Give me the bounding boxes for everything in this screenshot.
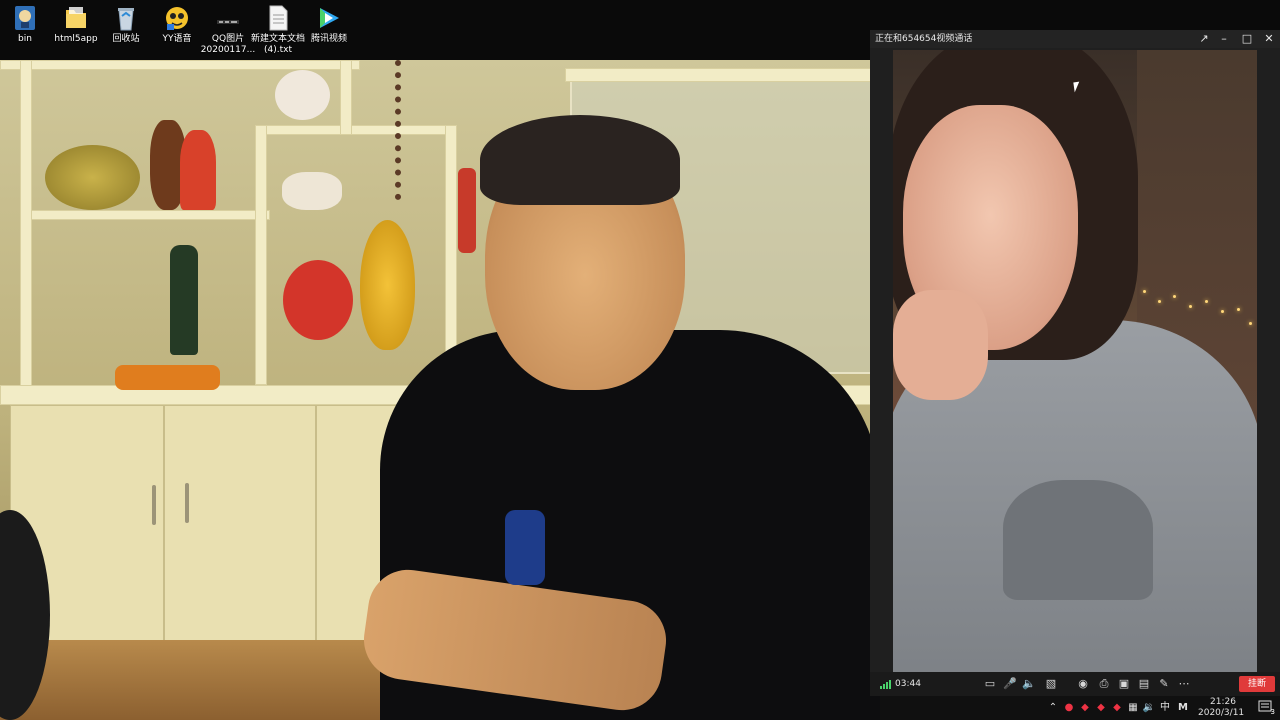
more-icon[interactable]: ⋯: [1175, 675, 1193, 693]
shelf-board: [20, 210, 270, 220]
fairy-light: [1143, 290, 1146, 293]
desktop-icon-label: 腾讯视频: [310, 34, 347, 44]
fairy-light: [1158, 300, 1161, 303]
fairy-light: [1173, 295, 1176, 298]
desktop-icon-label: YY语音: [162, 34, 192, 44]
maximize-button[interactable]: □: [1237, 30, 1257, 48]
fairy-light: [1237, 308, 1240, 311]
system-tray: ⌃ ● ◆ ◆ ◆ ▦ 🔉 中 M 21:26 2020/3/11 3: [880, 696, 1280, 720]
gourd-ornament: [360, 220, 415, 350]
desktop-icon-label: bin: [18, 34, 32, 44]
call-toolbar: 03:44 ▭ 🎤 🔈 ▧ ◉ ⎙ ▣ ▤ ✎ ⋯ 挂断: [870, 672, 1280, 696]
mask-ornament: [275, 70, 330, 120]
desktop-icon-label: 回收站: [112, 34, 140, 44]
desktop-icon-tencent-video[interactable]: 腾讯视频: [299, 4, 359, 45]
ime-indicator[interactable]: 中: [1158, 700, 1172, 716]
fairy-light: [1249, 322, 1252, 325]
notification-icon[interactable]: 3: [1258, 700, 1275, 716]
yy-voice-icon: [166, 7, 188, 30]
video-call-window[interactable]: 正在和654654视频通话 ↗ – □ ✕ 03:44 ▭ 🎤 🔈 ▧ ◉ ⎙ …: [870, 30, 1280, 696]
call-title: 正在和654654视频通话: [875, 34, 973, 44]
cabinet-handle: [185, 483, 189, 523]
call-timer: 03:44: [895, 679, 921, 689]
microphone-icon[interactable]: 🎤: [1001, 675, 1019, 693]
fairy-light: [1205, 300, 1208, 303]
durian-ornament: [45, 145, 140, 210]
notification-badge: 3: [1270, 708, 1275, 716]
person-hair: [480, 115, 680, 205]
recycle-bin-icon: [118, 8, 134, 31]
call-titlebar[interactable]: 正在和654654视频通话 ↗ – □ ✕: [870, 30, 1280, 48]
camera-off-icon[interactable]: ▧: [1042, 675, 1060, 693]
local-video-stream: [0, 60, 880, 720]
glass-cabinet-frame: [565, 68, 880, 82]
cabinet-door: [164, 405, 316, 642]
close-button[interactable]: ✕: [1259, 30, 1279, 48]
red-can: [458, 168, 476, 253]
fairy-light: [1221, 310, 1224, 313]
app-tray-icon[interactable]: ◆: [1078, 700, 1092, 716]
screen-share-icon[interactable]: ▣: [1115, 675, 1133, 693]
desktop-icon-label: 新建文本文档: [250, 34, 305, 44]
shelf-divider: [20, 60, 32, 395]
printer-icon[interactable]: ⎙: [1095, 675, 1113, 693]
security-icon[interactable]: ●: [1062, 700, 1076, 716]
clock-date[interactable]: 2020/3/11: [1198, 708, 1244, 718]
volume-icon[interactable]: 🔉: [1142, 700, 1156, 716]
shelf-divider: [340, 60, 352, 135]
desktop-icon-label: QQ图片: [211, 34, 245, 44]
ime-mode-icon[interactable]: M: [1176, 700, 1190, 716]
show-hidden-icons-icon[interactable]: ⌃: [1046, 700, 1060, 716]
lucky-cats: [282, 172, 342, 210]
text-file-icon: [269, 5, 288, 31]
fairy-light: [1189, 305, 1192, 308]
edit-icon[interactable]: ✎: [1155, 675, 1173, 693]
remote-video: [893, 50, 1257, 672]
shelf-top: [0, 60, 360, 70]
pin-icon[interactable]: ↗: [1194, 30, 1214, 48]
speaker-icon[interactable]: 🔈: [1020, 675, 1038, 693]
minimize-button[interactable]: –: [1214, 30, 1234, 48]
chat-icon[interactable]: ▭: [981, 675, 999, 693]
app-tray-icon[interactable]: ◆: [1094, 700, 1108, 716]
desktop-icon-label: html5app: [54, 34, 98, 44]
image-file-icon: [217, 20, 239, 24]
figurine: [180, 130, 216, 210]
snack-bags: [115, 365, 220, 390]
champagne-bottle: [170, 245, 198, 355]
remote-top: [1003, 480, 1153, 600]
signal-strength-icon: [880, 680, 891, 689]
shelf-divider: [255, 125, 267, 385]
network-icon[interactable]: ▦: [1126, 700, 1140, 716]
desktop-icon-sublabel: (4).txt: [264, 45, 292, 55]
bin-shortcut-icon: [15, 6, 35, 30]
prayer-beads: [395, 60, 436, 200]
mouse-cursor-icon: [1073, 81, 1081, 93]
snapshot-icon[interactable]: ◉: [1074, 675, 1092, 693]
layout-icon[interactable]: ▤: [1135, 675, 1153, 693]
tencent-video-icon: [320, 8, 339, 28]
cabinet-handle: [152, 485, 156, 525]
folder-icon: [66, 7, 86, 28]
shirt-logo: [505, 510, 545, 585]
hangup-button[interactable]: 挂断: [1239, 676, 1275, 692]
clock-time[interactable]: 21:26: [1210, 697, 1236, 707]
red-cap: [283, 260, 353, 340]
app-tray-icon[interactable]: ◆: [1110, 700, 1124, 716]
remote-hand: [893, 290, 988, 400]
